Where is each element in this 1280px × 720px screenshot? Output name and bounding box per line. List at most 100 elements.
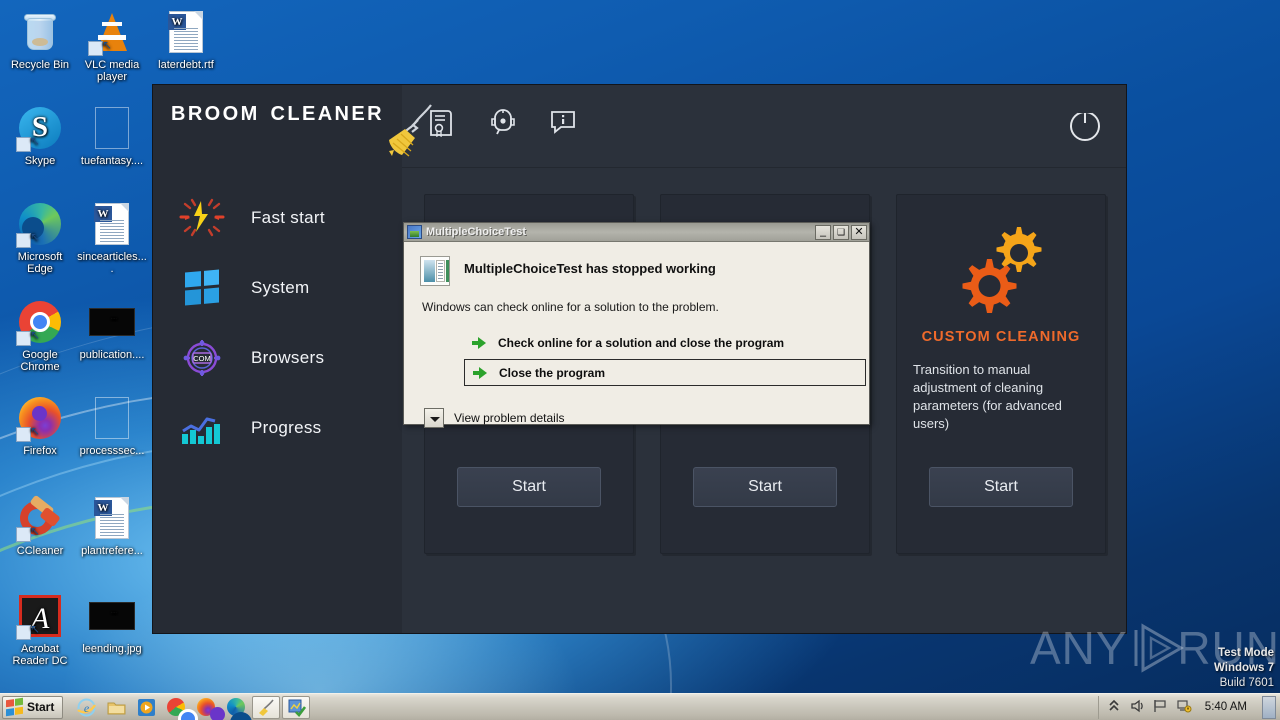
desktop-icon-label: plantrefere... — [81, 545, 143, 557]
desktop-icon-acrobat-reader-dc[interactable]: A Acrobat Reader DC — [4, 592, 76, 667]
windows-flag-icon — [6, 697, 23, 717]
green-arrow-icon — [472, 336, 487, 349]
desktop-icon-label: Recycle Bin — [10, 59, 70, 71]
error-dialog[interactable]: MultipleChoiceTest – ❑ ✕ MultipleChoiceT… — [403, 222, 870, 428]
desktop-icon-skype[interactable]: S Skype — [4, 104, 76, 167]
desktop-icon-label: processsec... — [79, 445, 145, 457]
system-tray: 5:40 AM — [1097, 695, 1280, 719]
desktop-icon-google-chrome[interactable]: Google Chrome — [4, 298, 76, 373]
taskbar-multiplechoicetest[interactable] — [282, 695, 311, 719]
app-logo: BROOM CLEANER — [153, 85, 432, 169]
taskbar-clock[interactable]: 5:40 AM — [1199, 701, 1253, 713]
sidebar-item-browsers[interactable]: COM Browsers — [153, 323, 402, 393]
app-header — [402, 85, 1126, 168]
taskbar-windows-explorer[interactable] — [102, 696, 130, 719]
start-button[interactable]: Start — [693, 467, 837, 507]
taskbar-internet-explorer[interactable]: e — [72, 696, 100, 719]
dialog-header: MultipleChoiceTest has stopped working — [420, 256, 853, 286]
black-image-icon: .... — [88, 298, 136, 346]
desktop-icon-label: Google Chrome — [20, 349, 60, 373]
desktop-icon-label: leending.jpg — [82, 643, 142, 655]
start-button[interactable]: Start — [457, 467, 601, 507]
maximize-button[interactable]: ❑ — [833, 224, 849, 240]
start-label: Start — [27, 700, 55, 714]
play-triangle-icon — [1129, 620, 1184, 676]
sidebar-item-fast-start[interactable]: Fast start — [153, 183, 402, 253]
logo-word-cleaner: CLEANER — [270, 103, 384, 125]
card-description: Transition to manual adjustment of clean… — [913, 362, 1062, 431]
desktop-icon-label: Acrobat Reader DC — [12, 643, 68, 667]
vlc-media-player-icon — [88, 8, 136, 56]
desktop-icon-vlc-media-player[interactable]: VLC media player — [76, 8, 148, 83]
show-hidden-icons-icon[interactable] — [1107, 699, 1123, 715]
app-sidebar: BROOM CLEANER Fast start System COM Brow… — [153, 85, 432, 633]
desktop-icon-publication[interactable]: .... publication.... — [76, 298, 148, 361]
gears-icon — [945, 217, 1057, 329]
test-mode-label: Test Mode Windows 7 Build 7601 — [1094, 646, 1274, 691]
taskbar-google-chrome[interactable] — [162, 696, 199, 720]
svg-text:e: e — [84, 701, 90, 715]
license-certificate-icon[interactable] — [428, 109, 472, 143]
close-button[interactable]: ✕ — [851, 224, 867, 240]
taskbar-windows-media-player[interactable] — [132, 696, 160, 719]
test-mode-line3: Build 7601 — [1219, 677, 1274, 689]
desktop-icon-processsec[interactable]: processsec... — [76, 394, 148, 457]
test-mode-line2: Windows 7 — [1214, 662, 1274, 674]
desktop-icon-tuefantasy[interactable]: tuefantasy.... — [76, 104, 148, 167]
svg-text:COM: COM — [193, 354, 211, 363]
sidebar-item-label: Progress — [251, 418, 322, 437]
sidebar-item-system[interactable]: System — [153, 253, 402, 323]
option-close-program[interactable]: Close the program — [464, 359, 866, 386]
support-robot-icon[interactable] — [489, 109, 533, 143]
desktop-icon-leending-jpg[interactable]: .... leending.jpg — [76, 592, 148, 655]
recycle-bin-icon — [16, 8, 64, 56]
desktop-icon-plantrefere[interactable]: W plantrefere... — [76, 494, 148, 557]
taskbar-microsoft-edge[interactable] — [222, 696, 265, 720]
dialog-subtext: Windows can check online for a solution … — [422, 300, 719, 314]
black-image-icon: .... — [88, 592, 136, 640]
sidebar-item-label: System — [251, 278, 310, 297]
acrobat-reader-icon: A — [16, 592, 64, 640]
word-document-icon: W — [88, 494, 136, 542]
desktop-icon-label: Skype — [24, 155, 56, 167]
desktop-icon-firefox[interactable]: Firefox — [4, 394, 76, 457]
watermark-text-run: RUN — [1177, 622, 1280, 674]
card-custom-cleaning[interactable]: CUSTOM CLEANING Transition to manual adj… — [896, 194, 1106, 554]
dialog-title: MultipleChoiceTest — [426, 226, 527, 238]
option-check-online[interactable]: Check online for a solution and close th… — [464, 330, 853, 355]
desktop-icon-label: sincearticles.... — [77, 251, 147, 275]
volume-icon[interactable] — [1130, 699, 1146, 715]
sidebar-item-label: Fast start — [251, 208, 325, 227]
desktop-icon-ccleaner[interactable]: CCleaner — [4, 494, 76, 557]
test-mode-line1: Test Mode — [1217, 647, 1274, 659]
desktop-icon-microsoft-edge[interactable]: Microsoft Edge — [4, 200, 76, 275]
start-button[interactable]: Start — [929, 467, 1073, 507]
app-nav: Fast start System COM Browsers Progress — [153, 183, 402, 463]
chevron-down-icon[interactable] — [424, 408, 444, 428]
minimize-button[interactable]: – — [815, 224, 831, 242]
taskbar-buttons: e — [72, 695, 311, 720]
word-document-icon: W — [162, 8, 210, 56]
desktop-icon-laterdebt-rtf[interactable]: W laterdebt.rtf — [150, 8, 222, 71]
word-document-icon: W — [88, 200, 136, 248]
start-button[interactable]: Start — [2, 695, 64, 719]
taskbar[interactable]: Start e 5:40 AM — [0, 693, 1280, 720]
ccleaner-icon — [13, 494, 64, 542]
details-label: View problem details — [454, 411, 565, 425]
desktop[interactable]: Recycle Bin VLC media player W laterdebt… — [0, 0, 1280, 720]
firefox-icon — [16, 394, 64, 442]
info-chat-icon[interactable] — [550, 109, 594, 143]
power-button-icon[interactable] — [1070, 106, 1100, 141]
desktop-icon-recycle-bin[interactable]: Recycle Bin — [4, 8, 76, 71]
desktop-icon-sincearticles[interactable]: W sincearticles.... — [76, 200, 148, 275]
bar-chart-icon — [175, 407, 229, 449]
network-icon[interactable] — [1176, 699, 1192, 715]
card-title: CUSTOM CLEANING — [921, 329, 1081, 345]
lightning-bolt-icon — [175, 197, 229, 239]
show-desktop-button[interactable] — [1262, 695, 1276, 719]
dialog-options: Check online for a solution and close th… — [464, 330, 866, 386]
dialog-title-bar[interactable]: MultipleChoiceTest – ❑ ✕ — [404, 223, 869, 242]
view-problem-details[interactable]: View problem details — [424, 408, 853, 428]
action-center-flag-icon[interactable] — [1153, 699, 1169, 715]
sidebar-item-progress[interactable]: Progress — [153, 393, 402, 463]
